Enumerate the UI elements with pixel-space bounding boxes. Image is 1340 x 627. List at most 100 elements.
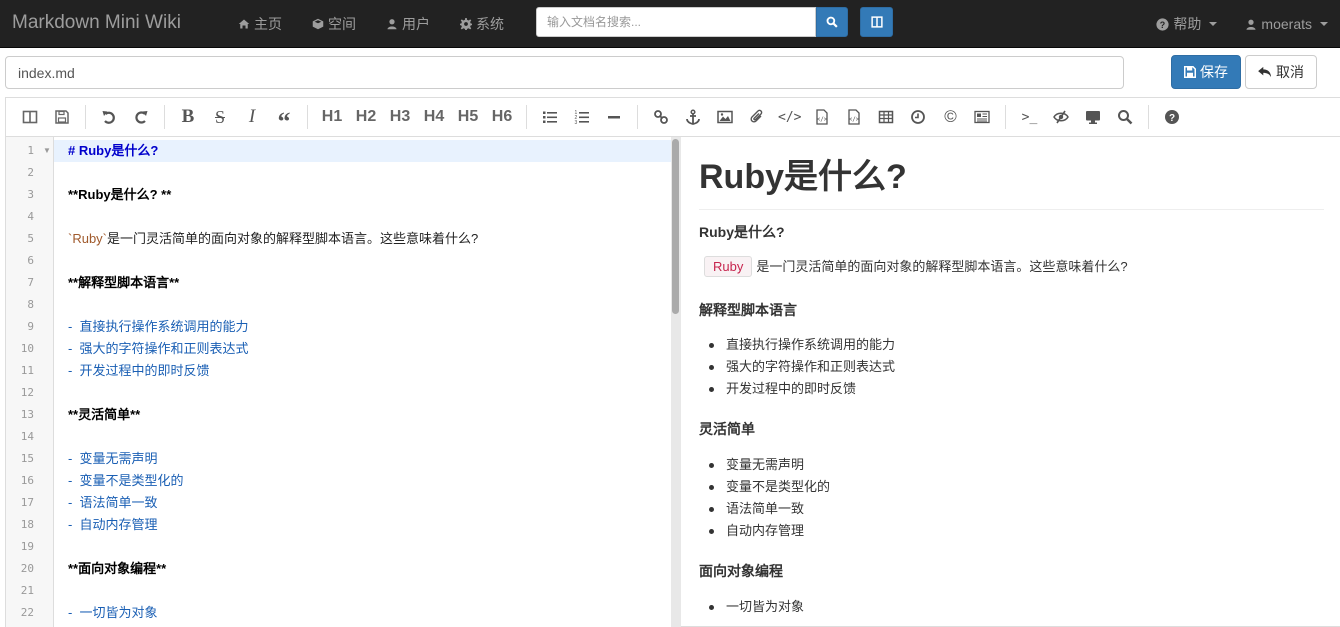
toolbar-save[interactable] bbox=[47, 103, 77, 131]
username: moerats bbox=[1261, 16, 1312, 32]
code-line[interactable]: 16 - 变量不是类型化的 bbox=[6, 470, 671, 492]
toolbar-horizontal-rule[interactable] bbox=[599, 103, 629, 131]
code-pane[interactable]: 1 ▼ # Ruby是什么? 2 3 **Ruby是什么? ** 4 5 `Ruby`是一门灵活… bbox=[6, 137, 671, 627]
code-line[interactable]: 5 `Ruby`是一门灵活简单的面向对象的解释型脚本语言。这些意味着什么? bbox=[6, 228, 671, 250]
toolbar-h1[interactable]: H1 bbox=[316, 103, 348, 131]
newspaper-icon bbox=[974, 110, 991, 124]
nav-link-space[interactable]: 空间 bbox=[312, 14, 356, 34]
cancel-button[interactable]: 取消 bbox=[1245, 55, 1317, 89]
line-number: 7 bbox=[27, 276, 34, 289]
toolbar-attachment[interactable] bbox=[742, 103, 772, 131]
help-dropdown[interactable]: ? 帮助 bbox=[1156, 14, 1218, 34]
code-line[interactable]: 22 - 一切皆为对象 bbox=[6, 602, 671, 624]
code-line[interactable]: 14 bbox=[6, 426, 671, 448]
toolbar-undo[interactable] bbox=[94, 103, 124, 131]
toolbar-goto-line[interactable]: >_ bbox=[1014, 103, 1044, 131]
toolbar-strikethrough[interactable]: S bbox=[205, 103, 235, 131]
toolbar-watch[interactable] bbox=[1046, 103, 1076, 131]
editor-toolbar: B S I “ H1 H2 H3 H4 H5 H6 123 </> </> </… bbox=[6, 98, 1340, 137]
gear-icon bbox=[460, 18, 472, 30]
code-line[interactable]: 19 bbox=[6, 536, 671, 558]
code-line[interactable]: 4 bbox=[6, 206, 671, 228]
toolbar-inline-code[interactable]: </> bbox=[774, 103, 805, 131]
code-scrollbar[interactable] bbox=[671, 137, 681, 627]
nav-link-label: 主页 bbox=[254, 16, 282, 32]
code-line[interactable]: 1 ▼ # Ruby是什么? bbox=[6, 140, 671, 162]
toolbar-pagebreak[interactable] bbox=[967, 103, 997, 131]
preview-list-item: 变量无需声明 bbox=[708, 454, 830, 476]
toolbar-divider bbox=[1148, 105, 1150, 129]
code-line[interactable]: 21 bbox=[6, 580, 671, 602]
code-line[interactable]: 9 - 直接执行操作系统调用的能力 bbox=[6, 316, 671, 338]
paperclip-icon bbox=[750, 109, 763, 123]
code-line[interactable]: 12 bbox=[6, 382, 671, 404]
code-line[interactable]: 20 **面向对象编程** bbox=[6, 558, 671, 580]
line-text: **灵活简单** bbox=[68, 407, 141, 422]
line-number: 18 bbox=[20, 518, 34, 531]
toggle-layout-button[interactable] bbox=[860, 7, 893, 37]
toolbar-search[interactable] bbox=[1110, 103, 1140, 131]
code-line[interactable]: 7 **解释型脚本语言** bbox=[6, 272, 671, 294]
toolbar-bold[interactable]: B bbox=[173, 103, 203, 131]
save-button[interactable]: 保存 bbox=[1171, 55, 1241, 89]
code-line[interactable]: 17 - 语法简单一致 bbox=[6, 492, 671, 514]
line-number: 19 bbox=[20, 540, 34, 553]
toolbar-h6[interactable]: H6 bbox=[486, 103, 518, 131]
filename-input[interactable] bbox=[5, 56, 1124, 89]
terminal-icon: >_ bbox=[1021, 109, 1038, 125]
toolbar-unordered-list[interactable] bbox=[535, 103, 565, 131]
toolbar-fullscreen-preview[interactable] bbox=[1078, 103, 1108, 131]
redo-icon bbox=[135, 111, 148, 124]
nav-link-users[interactable]: 用户 bbox=[386, 14, 430, 34]
toolbar-code-block[interactable]: </> bbox=[807, 103, 837, 131]
strikethrough-icon: S bbox=[214, 106, 225, 127]
code-line[interactable]: 2 bbox=[6, 162, 671, 184]
brand-logo[interactable]: Markdown Mini Wiki bbox=[12, 12, 181, 34]
toolbar-html-entities[interactable]: © bbox=[935, 103, 965, 131]
code-line[interactable]: 3 **Ruby是什么? ** bbox=[6, 184, 671, 206]
code-line[interactable]: 15 - 变量无需声明 bbox=[6, 448, 671, 470]
toolbar-h3[interactable]: H3 bbox=[384, 103, 416, 131]
nav-link-label: 用户 bbox=[402, 16, 430, 32]
line-number: 15 bbox=[20, 452, 34, 465]
file-code-icon: </> bbox=[848, 109, 860, 125]
line-number: 8 bbox=[27, 298, 34, 311]
toolbar-ordered-list[interactable]: 123 bbox=[567, 103, 597, 131]
toolbar-link[interactable] bbox=[646, 103, 676, 131]
toolbar-anchor[interactable] bbox=[678, 103, 708, 131]
toolbar-help[interactable]: ? bbox=[1157, 103, 1187, 131]
nav-link-system[interactable]: 系统 bbox=[460, 14, 504, 34]
preview-inline-code: Ruby bbox=[704, 256, 753, 277]
toolbar-h5[interactable]: H5 bbox=[452, 103, 484, 131]
code-line[interactable]: 11 - 开发过程中的即时反馈 bbox=[6, 360, 671, 382]
line-text: - 自动内存管理 bbox=[68, 517, 158, 532]
toolbar-table[interactable] bbox=[871, 103, 901, 131]
nav-link-home[interactable]: 主页 bbox=[238, 14, 282, 34]
search-input[interactable] bbox=[536, 7, 816, 37]
toolbar-image[interactable] bbox=[710, 103, 740, 131]
code-scrollbar-thumb[interactable] bbox=[672, 139, 679, 314]
code-line[interactable]: 13 **灵活简单** bbox=[6, 404, 671, 426]
nav-right: ? 帮助 moerats bbox=[1156, 0, 1328, 48]
user-dropdown[interactable]: moerats bbox=[1245, 16, 1328, 32]
caret-down-icon bbox=[1320, 22, 1328, 26]
toolbar-redo[interactable] bbox=[126, 103, 156, 131]
toolbar-h2[interactable]: H2 bbox=[350, 103, 382, 131]
toolbar-quote[interactable]: “ bbox=[269, 103, 299, 135]
code-line[interactable]: 18 - 自动内存管理 bbox=[6, 514, 671, 536]
code-line[interactable]: 10 - 强大的字符操作和正则表达式 bbox=[6, 338, 671, 360]
save-label: 保存 bbox=[1200, 64, 1228, 80]
toolbar-preformatted[interactable]: </> bbox=[839, 103, 869, 131]
code-line[interactable]: 6 bbox=[6, 250, 671, 272]
svg-text:?: ? bbox=[1160, 19, 1165, 29]
list-ol-icon: 123 bbox=[575, 110, 589, 125]
toolbar-datetime[interactable] bbox=[903, 103, 933, 131]
code-line[interactable]: 8 bbox=[6, 294, 671, 316]
toolbar-h4[interactable]: H4 bbox=[418, 103, 450, 131]
toolbar-toggle-preview[interactable] bbox=[15, 103, 45, 131]
toolbar-italic[interactable]: I bbox=[237, 103, 267, 131]
fold-marker-icon[interactable]: ▼ bbox=[43, 140, 51, 162]
search-group bbox=[536, 7, 848, 37]
search-button[interactable] bbox=[816, 7, 848, 37]
line-text: **Ruby是什么? ** bbox=[68, 187, 172, 202]
